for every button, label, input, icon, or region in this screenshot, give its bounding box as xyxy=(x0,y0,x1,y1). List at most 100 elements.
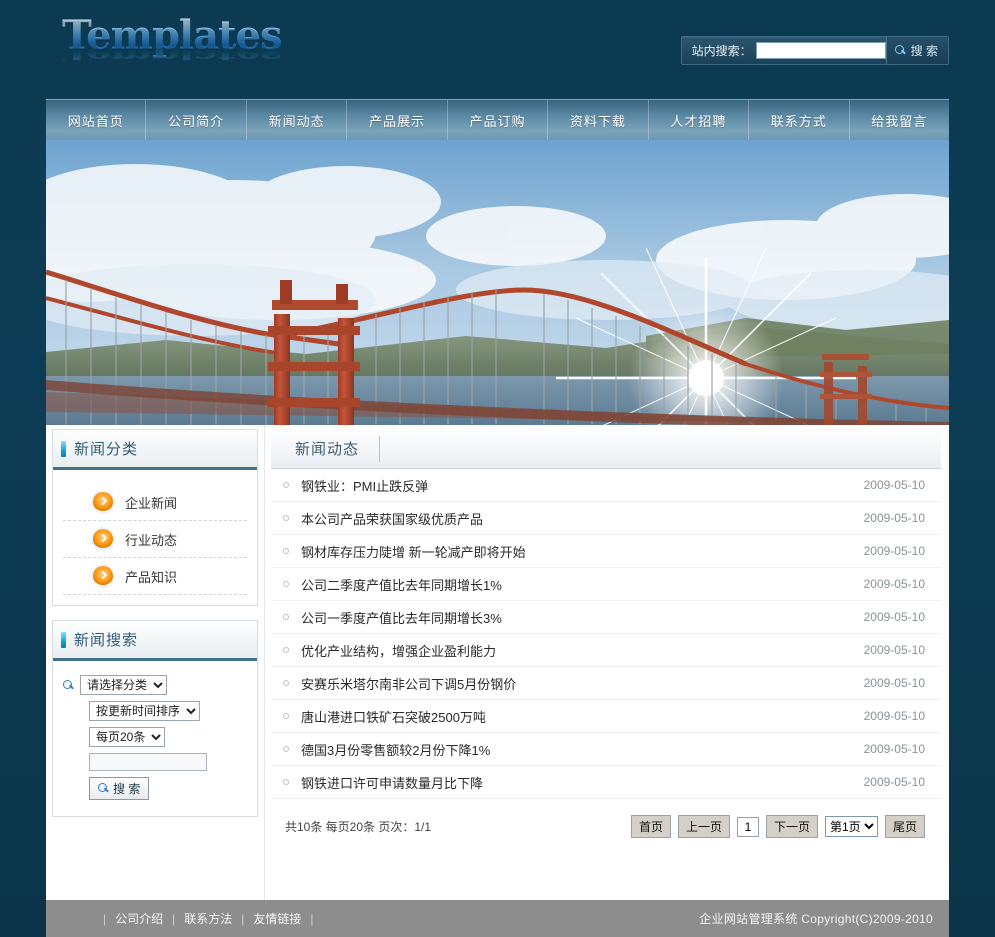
news-search-category-row: 请选择分类 xyxy=(63,675,247,695)
banner-image xyxy=(46,140,949,425)
sidebar-item-label: 企业新闻 xyxy=(125,495,178,511)
news-category-panel-body: 企业新闻 行业动态 产品知识 xyxy=(53,470,257,605)
news-search-sort-row: 按更新时间排序 xyxy=(63,701,247,721)
news-date: 2009-05-10 xyxy=(863,742,925,756)
arrow-circle-icon xyxy=(93,566,113,586)
news-search-panel-body: 请选择分类 按更新时间排序 每页20条 搜 索 xyxy=(53,661,257,816)
list-item[interactable]: 钢铁进口许可申请数量月比下降 2009-05-10 xyxy=(271,766,941,799)
footer-divider: | xyxy=(172,911,176,926)
news-search-button[interactable]: 搜 索 xyxy=(89,777,150,800)
footer-link-partners[interactable]: 友情链接 xyxy=(253,910,301,927)
news-search-button-row: 搜 索 xyxy=(63,777,247,800)
header-search-button[interactable]: 搜 索 xyxy=(885,37,948,64)
news-category-panel-header: 新闻分类 xyxy=(53,430,257,470)
list-item[interactable]: 钢铁业：PMI止跌反弹 2009-05-10 xyxy=(271,469,941,502)
bullet-icon xyxy=(283,680,289,686)
news-title: 唐山港进口铁矿石突破2500万吨 xyxy=(301,709,486,725)
sidebar-item-label: 产品知识 xyxy=(125,569,178,585)
sidebar-item-industry-news[interactable]: 行业动态 xyxy=(63,521,247,558)
nav-item-news[interactable]: 新闻动态 xyxy=(247,100,348,140)
news-date: 2009-05-10 xyxy=(863,676,925,690)
sidebar-item-label: 行业动态 xyxy=(125,532,178,548)
nav-item-home[interactable]: 网站首页 xyxy=(46,100,147,140)
news-category-panel: 新闻分类 企业新闻 行业动态 产品知识 xyxy=(52,429,258,606)
footer-copyright: 企业网站管理系统 Copyright(C)2009-2010 xyxy=(699,912,933,926)
news-search-button-label: 搜 索 xyxy=(113,782,141,796)
nav-item-jobs[interactable]: 人才招聘 xyxy=(649,100,750,140)
news-category-list: 企业新闻 行业动态 产品知识 xyxy=(63,484,247,595)
pagination-controls: 首页 上一页 下一页 第1页 尾页 xyxy=(630,815,925,838)
bullet-icon xyxy=(283,581,289,587)
nav-item-downloads[interactable]: 资料下载 xyxy=(548,100,649,140)
news-list: 钢铁业：PMI止跌反弹 2009-05-10 本公司产品荣获国家级优质产品 20… xyxy=(271,469,941,799)
nav-item-order[interactable]: 产品订购 xyxy=(448,100,549,140)
nav-item-products[interactable]: 产品展示 xyxy=(347,100,448,140)
page-root: Templates Templates 站内搜索： 搜 索 网站首页 公司简介 … xyxy=(0,0,995,937)
site-header: Templates Templates 站内搜索： 搜 索 xyxy=(0,0,995,96)
news-date: 2009-05-10 xyxy=(863,709,925,723)
news-sort-select[interactable]: 按更新时间排序 xyxy=(89,701,200,721)
news-date: 2009-05-10 xyxy=(863,478,925,492)
sidebar: 新闻分类 企业新闻 行业动态 产品知识 新闻搜索 请选择分类 按更新时间排序 每… xyxy=(46,425,264,900)
news-date: 2009-05-10 xyxy=(863,643,925,657)
news-date: 2009-05-10 xyxy=(863,544,925,558)
nav-item-about[interactable]: 公司简介 xyxy=(146,100,247,140)
news-search-panel-header: 新闻搜索 xyxy=(53,621,257,661)
tab-news[interactable]: 新闻动态 xyxy=(271,438,379,459)
list-item[interactable]: 钢材库存压力陡增 新一轮减产即将开始 2009-05-10 xyxy=(271,535,941,568)
header-search-button-label: 搜 索 xyxy=(910,44,938,58)
list-item[interactable]: 优化产业结构，增强企业盈利能力 2009-05-10 xyxy=(271,634,941,667)
panel-accent-bar xyxy=(61,440,66,457)
last-page-button[interactable]: 尾页 xyxy=(884,815,925,838)
news-keyword-input[interactable] xyxy=(89,753,207,771)
page-jump-select[interactable]: 第1页 xyxy=(824,816,878,837)
nav-item-contact[interactable]: 联系方式 xyxy=(749,100,850,140)
news-title: 公司一季度产值比去年同期增长3% xyxy=(301,610,502,626)
list-item[interactable]: 德国3月份零售额较2月份下降1% 2009-05-10 xyxy=(271,733,941,766)
search-icon xyxy=(98,783,109,794)
news-perpage-select[interactable]: 每页20条 xyxy=(89,727,165,747)
list-item[interactable]: 本公司产品荣获国家级优质产品 2009-05-10 xyxy=(271,502,941,535)
bullet-icon xyxy=(283,713,289,719)
search-icon xyxy=(894,45,906,56)
prev-page-button[interactable]: 上一页 xyxy=(677,815,730,838)
site-logo-reflection: Templates xyxy=(62,48,362,60)
list-item[interactable]: 公司二季度产值比去年同期增长1% 2009-05-10 xyxy=(271,568,941,601)
header-search-input[interactable] xyxy=(755,42,886,59)
arrow-circle-icon xyxy=(93,492,113,512)
main-navigation: 网站首页 公司简介 新闻动态 产品展示 产品订购 资料下载 人才招聘 联系方式 … xyxy=(46,99,949,140)
arrow-circle-icon xyxy=(93,529,113,549)
list-item[interactable]: 安赛乐米塔尔南非公司下调5月份钢价 2009-05-10 xyxy=(271,667,941,700)
bullet-icon xyxy=(283,515,289,521)
footer-links: | 公司介绍 | 联系方法 | 友情链接 | xyxy=(94,910,323,927)
news-category-select[interactable]: 请选择分类 xyxy=(80,675,167,695)
news-search-keyword-row xyxy=(63,753,247,771)
list-item[interactable]: 唐山港进口铁矿石突破2500万吨 2009-05-10 xyxy=(271,700,941,733)
news-title: 公司二季度产值比去年同期增长1% xyxy=(301,577,502,593)
next-page-button[interactable]: 下一页 xyxy=(765,815,818,838)
header-search-box: 站内搜索： 搜 索 xyxy=(680,36,949,65)
news-title: 钢材库存压力陡增 新一轮减产即将开始 xyxy=(301,544,526,560)
sidebar-item-product-knowledge[interactable]: 产品知识 xyxy=(63,558,247,595)
pagination: 共10条 每页20条 页次：1/1 首页 上一页 下一页 第1页 尾页 xyxy=(271,799,941,838)
search-icon xyxy=(63,679,74,691)
list-item[interactable]: 公司一季度产值比去年同期增长3% 2009-05-10 xyxy=(271,601,941,634)
footer-link-contact[interactable]: 联系方法 xyxy=(184,910,232,927)
news-content-area: 新闻动态 钢铁业：PMI止跌反弹 2009-05-10 本公司产品荣获国家级优质… xyxy=(264,425,949,900)
nav-item-guestbook[interactable]: 给我留言 xyxy=(850,100,949,140)
news-search-panel: 新闻搜索 请选择分类 按更新时间排序 每页20条 搜 索 xyxy=(52,620,258,817)
footer-link-about[interactable]: 公司介绍 xyxy=(115,910,163,927)
site-footer: | 公司介绍 | 联系方法 | 友情链接 | 企业网站管理系统 Copyrigh… xyxy=(46,900,949,937)
news-search-perpage-row: 每页20条 xyxy=(63,727,247,747)
page-number-input[interactable] xyxy=(736,816,759,837)
news-date: 2009-05-10 xyxy=(863,511,925,525)
news-title: 钢铁业：PMI止跌反弹 xyxy=(301,478,429,494)
first-page-button[interactable]: 首页 xyxy=(630,815,671,838)
content-tab-header: 新闻动态 xyxy=(271,429,941,469)
sidebar-item-enterprise-news[interactable]: 企业新闻 xyxy=(63,484,247,521)
site-logo[interactable]: Templates Templates xyxy=(62,14,362,84)
panel-accent-bar xyxy=(61,631,66,648)
footer-divider: | xyxy=(103,911,107,926)
news-title: 优化产业结构，增强企业盈利能力 xyxy=(301,643,497,659)
footer-divider: | xyxy=(241,911,245,926)
